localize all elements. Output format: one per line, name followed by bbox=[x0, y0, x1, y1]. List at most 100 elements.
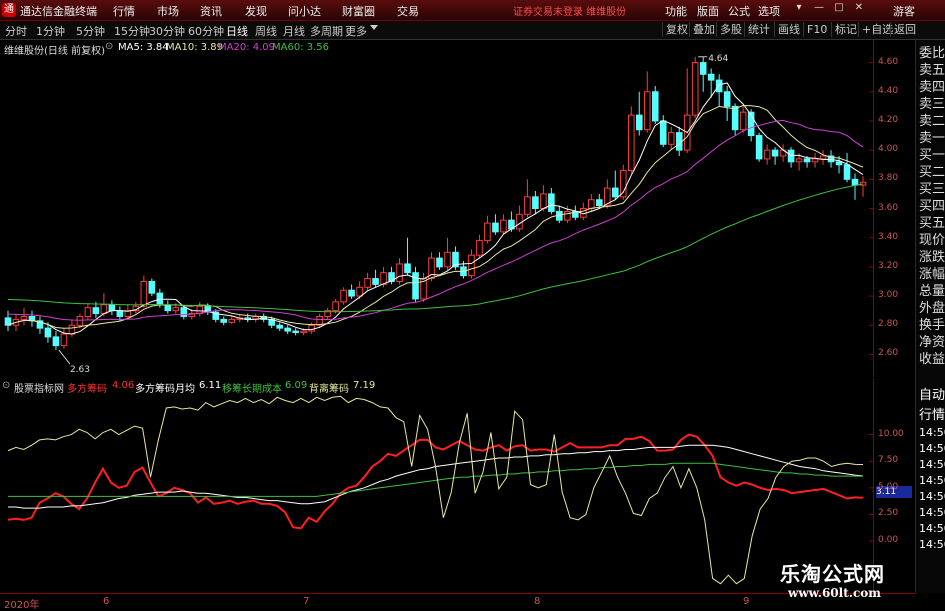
candle-body bbox=[627, 114, 635, 172]
price-tick-label: 4.60 bbox=[878, 56, 899, 67]
ind-legend-label: 多方筹码 bbox=[67, 384, 107, 395]
watermark-url: www.60lt.com bbox=[788, 586, 881, 600]
maximize-icon[interactable]: □ bbox=[832, 2, 846, 16]
period-monthly[interactable]: 月线 bbox=[283, 23, 305, 39]
price-tick-label: 3.40 bbox=[878, 231, 899, 242]
period-multi[interactable]: 多周期 bbox=[310, 23, 343, 39]
candle-body bbox=[396, 263, 403, 282]
candle-body bbox=[356, 286, 363, 297]
candle-body bbox=[412, 272, 419, 300]
login-status-text[interactable]: 证券交易未登录 维维股份 bbox=[513, 3, 626, 18]
ind-tick-label: 0.00 bbox=[878, 535, 899, 546]
candle-body bbox=[284, 327, 291, 332]
menu-banmian[interactable]: 版面 bbox=[697, 3, 719, 19]
candle-body bbox=[691, 62, 699, 116]
menu-zixun[interactable]: 资讯 bbox=[200, 3, 222, 19]
candle-body bbox=[803, 158, 811, 163]
ind-legend-value: 6.09 bbox=[285, 380, 308, 391]
period-fenshi[interactable]: 分时 bbox=[5, 23, 27, 39]
quote-panel-item: 14:50 bbox=[919, 474, 945, 487]
candle-body bbox=[699, 62, 707, 75]
period-5min[interactable]: 5分钟 bbox=[76, 23, 105, 39]
candle-body bbox=[819, 155, 827, 160]
period-more[interactable]: 更多 bbox=[345, 23, 367, 39]
period-30min[interactable]: 30分钟 bbox=[149, 23, 185, 39]
period-60min[interactable]: 60分钟 bbox=[188, 23, 224, 39]
menu-bar: 通 通达信金融终端 行情 市场 资讯 发现 问小达 财富圈 交易 证券交易未登录… bbox=[0, 0, 945, 21]
menu-jiaoyi[interactable]: 交易 bbox=[397, 3, 419, 19]
candle-body bbox=[364, 278, 371, 288]
candle-body bbox=[851, 178, 859, 186]
candle-body bbox=[643, 91, 651, 131]
candle-body bbox=[532, 196, 539, 209]
candle-body bbox=[843, 164, 851, 180]
btn-huaxian[interactable]: 画线 bbox=[774, 22, 803, 37]
quote-panel-item: 14:50 bbox=[919, 426, 945, 439]
period-weekly[interactable]: 周线 bbox=[255, 23, 277, 39]
btn-diejia[interactable]: 叠加 bbox=[689, 22, 718, 37]
price-tick-label: 2.60 bbox=[878, 348, 899, 359]
btn-duogu[interactable]: 多股 bbox=[716, 22, 745, 37]
menu-gongshi[interactable]: 公式 bbox=[728, 3, 750, 19]
candle-body bbox=[116, 310, 124, 317]
candle-body bbox=[220, 318, 228, 323]
ind-tick-label: 2.50 bbox=[878, 508, 899, 519]
candle-body bbox=[484, 222, 491, 242]
candle-body bbox=[52, 336, 60, 347]
chevron-down-icon[interactable] bbox=[370, 25, 378, 30]
indicator-chart[interactable] bbox=[0, 378, 873, 593]
menu-faxian[interactable]: 发现 bbox=[245, 3, 267, 19]
price-tick-label: 3.60 bbox=[878, 202, 899, 213]
period-1min[interactable]: 1分钟 bbox=[36, 23, 65, 39]
candle-body bbox=[20, 315, 28, 320]
menu-wenxiaoda[interactable]: 问小达 bbox=[288, 3, 321, 19]
btn-f10[interactable]: F10 bbox=[803, 22, 830, 37]
date-label: 8 bbox=[534, 596, 541, 607]
candle-body bbox=[723, 91, 731, 107]
quote-panel-item: 14:50 bbox=[919, 506, 945, 519]
menu-hangqing[interactable]: 行情 bbox=[113, 3, 135, 19]
quote-panel-item: 行情 bbox=[919, 408, 945, 423]
candlestick-chart[interactable]: 4.64 2.63 bbox=[0, 40, 873, 377]
candle-body bbox=[276, 324, 283, 329]
candle-body bbox=[436, 257, 443, 268]
menu-shichang[interactable]: 市场 bbox=[157, 3, 179, 19]
candle-body bbox=[707, 73, 715, 81]
menu-gongneng[interactable]: 功能 bbox=[665, 3, 687, 19]
period-15min[interactable]: 15分钟 bbox=[114, 23, 150, 39]
settings-icon[interactable]: ⊙ bbox=[2, 380, 10, 391]
close-icon[interactable]: ✕ bbox=[852, 2, 866, 16]
btn-biaoji[interactable]: 标记 bbox=[831, 22, 860, 37]
candle-body bbox=[444, 251, 451, 268]
btn-fuquan[interactable]: 复权 bbox=[662, 22, 691, 37]
quote-panel-item: 收益 bbox=[919, 352, 945, 367]
btn-tongji[interactable]: 统计 bbox=[744, 22, 773, 37]
period-daily[interactable]: 日线 bbox=[226, 23, 248, 39]
high-price-label: 4.64 bbox=[708, 54, 728, 64]
candle-body bbox=[140, 280, 148, 307]
candle-body bbox=[372, 278, 379, 285]
app-title: 通达信金融终端 bbox=[20, 5, 97, 18]
date-label: 6 bbox=[103, 596, 110, 607]
price-tick-label: 2.80 bbox=[878, 319, 899, 330]
candle-body bbox=[84, 307, 92, 317]
candle-body bbox=[228, 318, 236, 323]
menu-xuanxiang[interactable]: 选项 bbox=[758, 3, 780, 19]
quote-panel-item: 14:50 bbox=[919, 490, 945, 503]
menu-caifuquan[interactable]: 财富圈 bbox=[342, 3, 375, 19]
indicator-name: 股票指标网 bbox=[14, 384, 64, 395]
candle-body bbox=[492, 222, 499, 233]
guest-label[interactable]: 游客 bbox=[893, 3, 915, 19]
candle-body bbox=[108, 304, 116, 312]
candle-body bbox=[44, 327, 52, 338]
menu-icon[interactable]: ▾ bbox=[792, 2, 806, 16]
btn-fanhui[interactable]: 返回 bbox=[890, 22, 919, 37]
candle-body bbox=[68, 324, 76, 335]
quote-panel: 委比 卖五 卖四 卖三 卖二 卖一 买一 买二 买三 买四 买五 现价 涨跌 涨幅 总量 外盘 换手 净资 收益 自动… bbox=[915, 40, 945, 593]
candle-body bbox=[675, 132, 683, 151]
minimize-icon[interactable]: — bbox=[812, 2, 826, 16]
candle-body bbox=[564, 210, 571, 221]
settings-icon[interactable]: ⊙ bbox=[105, 41, 115, 52]
candle-body bbox=[292, 330, 299, 334]
candle-body bbox=[771, 149, 779, 157]
